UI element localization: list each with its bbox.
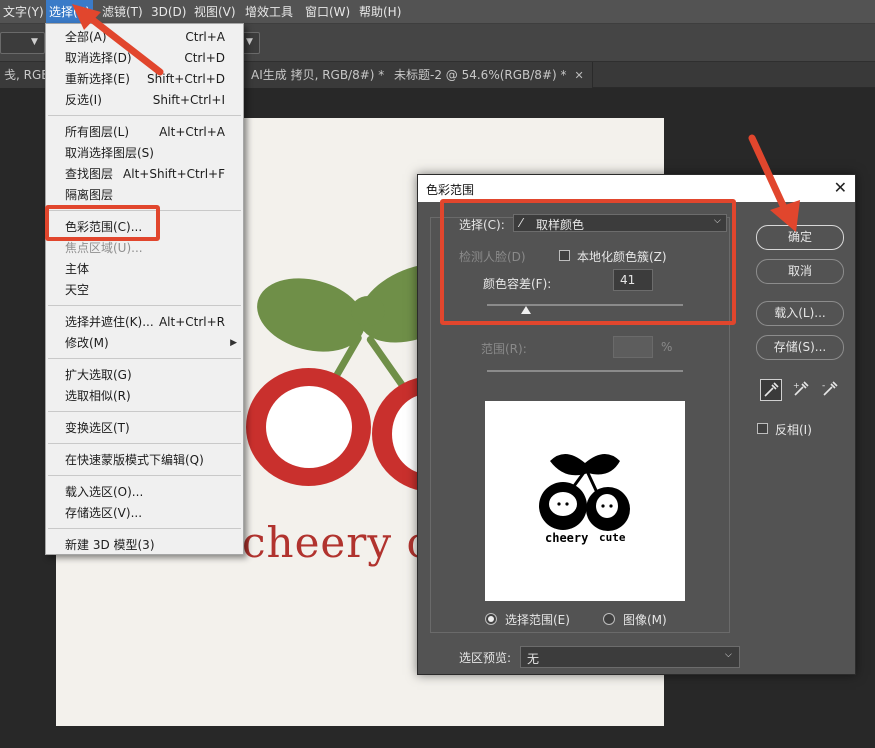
arrow-to-select-menu	[81, 10, 164, 76]
annotation-arrows	[72, 4, 800, 232]
arrow-to-ok-button	[748, 134, 790, 216]
